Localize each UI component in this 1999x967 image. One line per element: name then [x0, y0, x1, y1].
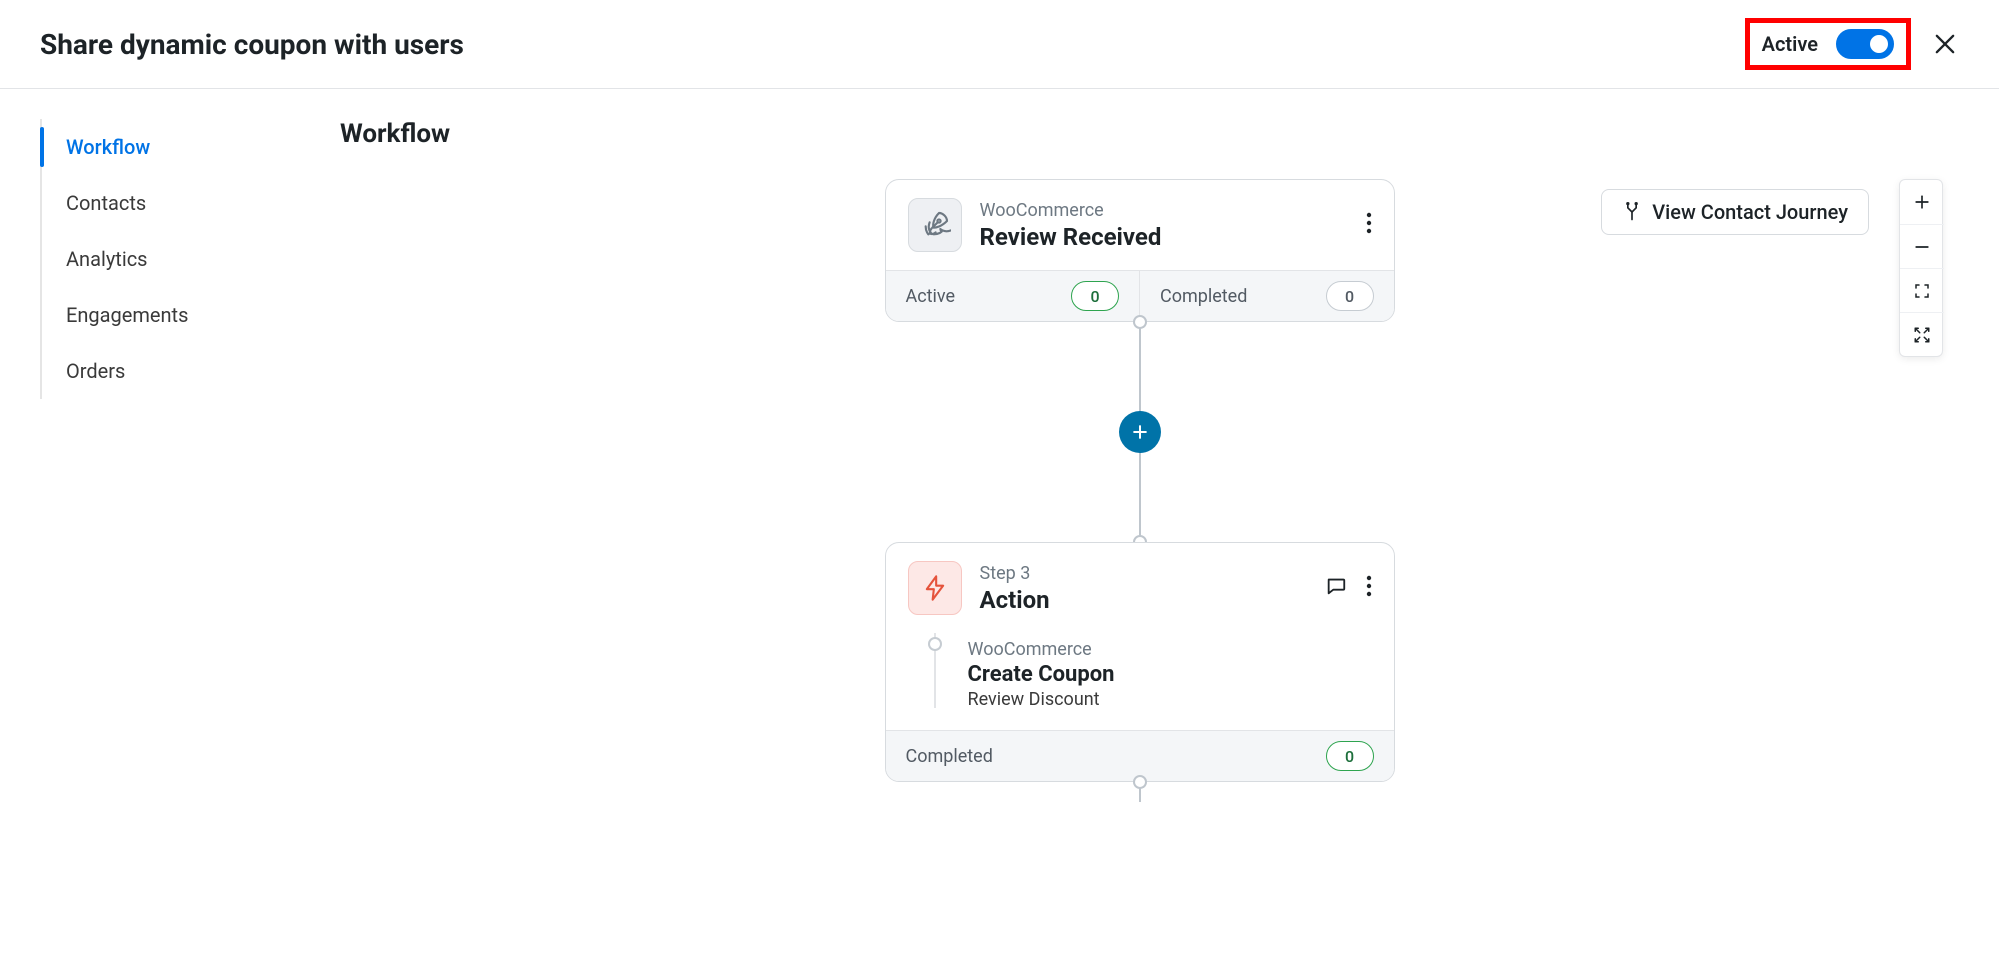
action-step-port [928, 637, 942, 651]
action-completed-label: Completed [906, 746, 993, 767]
action-completed-count: 0 [1326, 741, 1374, 771]
close-button[interactable] [1931, 30, 1959, 58]
active-toggle[interactable] [1836, 29, 1894, 59]
sidebar-item-orders[interactable]: Orders [42, 343, 280, 399]
action-title: Action [980, 586, 1306, 614]
action-menu-button[interactable] [1366, 575, 1372, 601]
trigger-node[interactable]: WooCommerce Review Received Active 0 [885, 179, 1395, 322]
active-label: Active [1762, 32, 1818, 56]
rocket-icon [919, 209, 951, 241]
action-output-port[interactable] [1133, 775, 1147, 789]
trigger-title: Review Received [980, 223, 1348, 251]
trigger-node-header: WooCommerce Review Received [886, 180, 1394, 270]
page-title: Share dynamic coupon with users [40, 28, 464, 61]
sidebar: Workflow Contacts Analytics Engagements … [0, 119, 280, 967]
trigger-completed-count: 0 [1326, 281, 1374, 311]
body: Workflow Contacts Analytics Engagements … [0, 89, 1999, 967]
header: Share dynamic coupon with users Active [0, 0, 1999, 89]
connector-bottom [1139, 452, 1141, 542]
chat-icon [1324, 575, 1348, 597]
sidebar-item-workflow[interactable]: Workflow [42, 119, 280, 175]
action-step-sub: WooCommerce [968, 639, 1372, 660]
action-node-header: Step 3 Action [886, 543, 1394, 633]
active-toggle-group: Active [1745, 18, 1911, 70]
action-step-desc: Review Discount [968, 689, 1372, 710]
trigger-completed-stat: Completed 0 [1139, 271, 1394, 321]
plus-icon [1130, 422, 1150, 442]
main: Workflow View Contact Journey [280, 119, 1999, 967]
trigger-active-stat: Active 0 [886, 271, 1140, 321]
toggle-knob [1867, 32, 1891, 56]
main-title: Workflow [340, 119, 1979, 149]
action-node[interactable]: Step 3 Action WooComm [885, 542, 1395, 782]
action-footer: Completed 0 [886, 730, 1394, 781]
trigger-output-port[interactable] [1133, 315, 1147, 329]
sidebar-item-contacts[interactable]: Contacts [42, 175, 280, 231]
trigger-subtitle: WooCommerce [980, 200, 1348, 221]
action-body: WooCommerce Create Coupon Review Discoun… [886, 633, 1394, 730]
action-subtitle: Step 3 [980, 563, 1306, 584]
workflow-canvas[interactable]: WooCommerce Review Received Active 0 [300, 179, 1979, 879]
action-comment-button[interactable] [1324, 575, 1348, 601]
trigger-menu-button[interactable] [1366, 212, 1372, 238]
dots-vertical-icon [1366, 212, 1372, 234]
trigger-active-count: 0 [1071, 281, 1119, 311]
sidebar-item-analytics[interactable]: Analytics [42, 231, 280, 287]
connector-end [1139, 782, 1141, 802]
add-step-button[interactable] [1119, 411, 1161, 453]
trigger-footer: Active 0 Completed 0 [886, 270, 1394, 321]
trigger-icon-box [908, 198, 962, 252]
action-icon-box [908, 561, 962, 615]
action-step[interactable]: WooCommerce Create Coupon Review Discoun… [940, 639, 1372, 710]
action-completed-stat: Completed 0 [886, 731, 1394, 781]
sidebar-item-engagements[interactable]: Engagements [42, 287, 280, 343]
trigger-completed-label: Completed [1160, 286, 1247, 307]
trigger-active-label: Active [906, 286, 956, 307]
connector-top [1139, 322, 1141, 412]
close-icon [1931, 30, 1959, 58]
header-controls: Active [1745, 18, 1959, 70]
dots-vertical-icon [1366, 575, 1372, 597]
bolt-icon [921, 574, 949, 602]
action-step-title: Create Coupon [968, 662, 1372, 687]
